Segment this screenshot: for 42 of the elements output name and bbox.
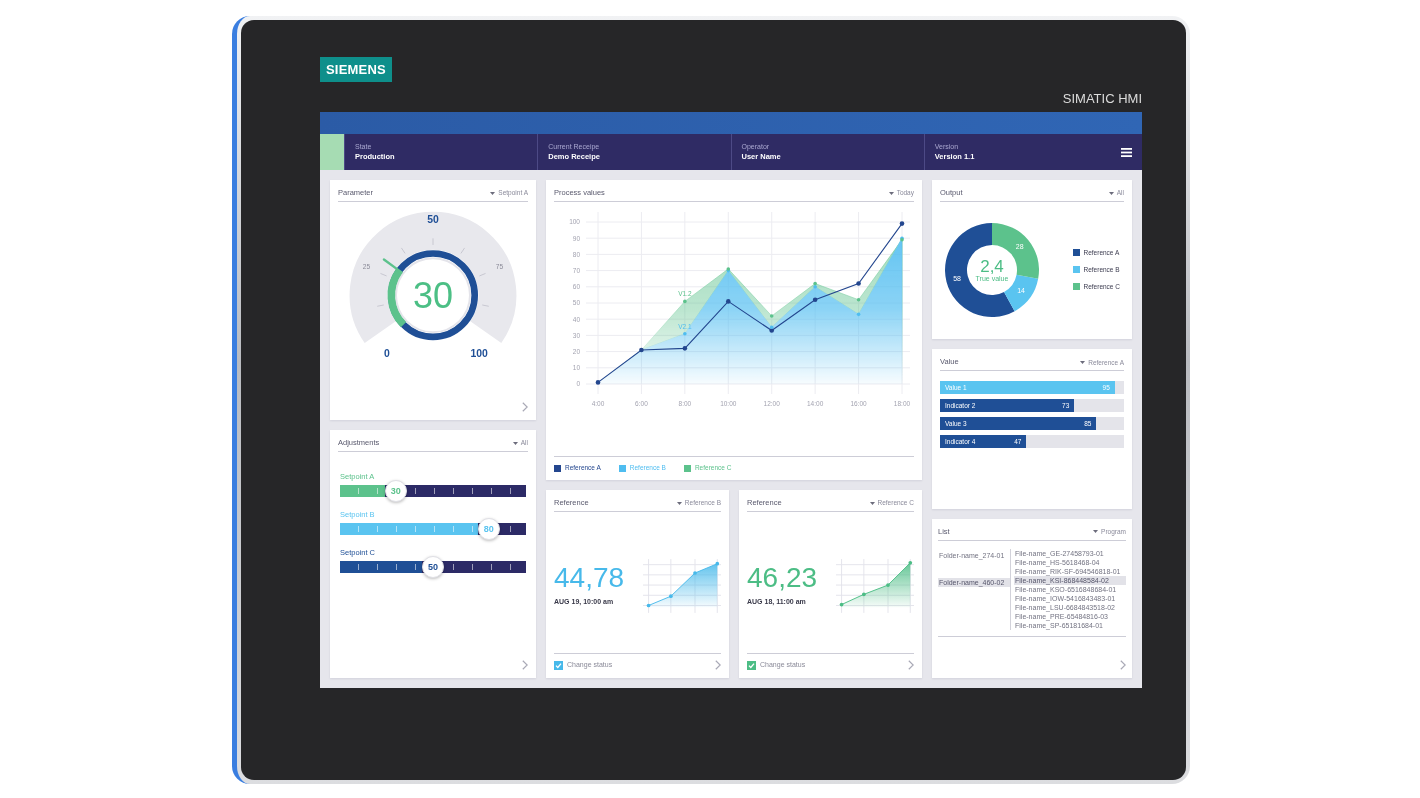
reference-value: 46,23 [747, 564, 818, 593]
caret-down-icon [1093, 530, 1099, 534]
slider-track[interactable] [340, 561, 526, 573]
data-point [595, 380, 601, 385]
caret-down-icon [869, 501, 875, 505]
data-point [639, 347, 644, 353]
data-point [856, 297, 861, 302]
checkbox[interactable] [554, 660, 563, 670]
data-point [726, 299, 731, 304]
model-label: SIMATIC HMI [1062, 92, 1142, 105]
slider-thumb[interactable]: 50 [422, 556, 444, 578]
caret-down-icon [676, 501, 682, 505]
chevron-right-icon[interactable] [908, 660, 914, 670]
caret-down-icon [1080, 360, 1086, 364]
data-point [856, 312, 861, 317]
gauge-scale-label: 0 [384, 347, 390, 359]
chevron-right-icon[interactable] [715, 660, 721, 670]
data-point [899, 221, 905, 226]
caret-down-icon [490, 191, 496, 195]
gauge-value: 30 [413, 274, 453, 316]
data-point [683, 299, 687, 304]
gauge-scale-label: 100 [470, 347, 488, 359]
caret-down-icon [888, 191, 894, 195]
donut-center-value: 2,4 [980, 256, 1004, 276]
data-point [769, 314, 774, 318]
data-point [682, 346, 688, 351]
reference-value: 44,78 [554, 564, 625, 593]
gauge-scale-label: 50 [427, 214, 439, 226]
chevron-right-icon[interactable] [522, 660, 528, 670]
brand-logo: SIEMENS [320, 57, 392, 82]
data-point [856, 281, 861, 286]
caret-down-icon [512, 441, 518, 445]
data-point [812, 297, 818, 303]
menu-icon[interactable] [1121, 147, 1132, 157]
chevron-right-icon[interactable] [522, 402, 528, 412]
data-point [683, 332, 687, 336]
checkbox[interactable] [747, 660, 756, 670]
state-indicator-icon [320, 134, 344, 170]
chevron-right-icon[interactable] [1120, 660, 1126, 670]
caret-down-icon [1108, 191, 1114, 195]
slider-track[interactable] [340, 485, 526, 497]
slider-track[interactable] [340, 523, 526, 535]
